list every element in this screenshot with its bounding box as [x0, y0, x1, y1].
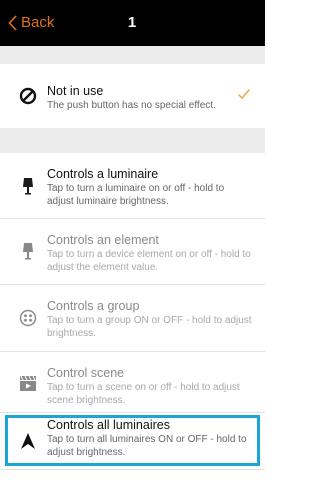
- section-separator: [0, 128, 265, 153]
- option-controls-element[interactable]: Controls an element Tap to turn a device…: [0, 219, 265, 284]
- option-description: The push button has no special effect.: [47, 100, 216, 111]
- option-description: Tap to turn a group ON or OFF - hold to …: [47, 315, 252, 339]
- option-label: Controls a group: [47, 299, 140, 313]
- option-description: Tap to turn a device element on or off -…: [47, 249, 251, 273]
- option-description: Tap to turn a luminaire on or off - hold…: [47, 183, 225, 207]
- checkmark-icon: [237, 87, 251, 106]
- option-not-in-use[interactable]: Not in use The push button has no specia…: [0, 64, 265, 128]
- section-separator: [0, 46, 265, 64]
- lamp-icon: [18, 176, 38, 196]
- option-controls-luminaire[interactable]: Controls a luminaire Tap to turn a lumin…: [0, 153, 265, 218]
- back-label: Back: [21, 14, 55, 31]
- option-control-scene[interactable]: Control scene Tap to turn a scene on or …: [0, 352, 265, 412]
- prohibited-icon: [18, 86, 38, 106]
- page-title: 1: [127, 14, 137, 31]
- option-controls-all-luminaires[interactable]: Controls all luminaires Tap to turn all …: [0, 413, 265, 469]
- option-controls-group[interactable]: Controls a group Tap to turn a group ON …: [0, 285, 265, 351]
- option-label: Controls an element: [47, 233, 159, 247]
- divider: [0, 469, 265, 470]
- back-button[interactable]: Back: [8, 13, 54, 33]
- option-label: Control scene: [47, 366, 125, 380]
- option-label: Controls all luminaires: [47, 418, 170, 432]
- group-icon: [18, 308, 38, 328]
- option-description: Tap to turn a scene on or off - hold to …: [47, 382, 240, 406]
- option-description: Tap to turn all luminaires ON or OFF - h…: [47, 434, 247, 458]
- chevron-left-icon: [8, 15, 17, 31]
- top-bar: Back 1: [0, 0, 265, 46]
- option-label: Not in use: [47, 84, 104, 98]
- all-luminaires-icon: [18, 431, 38, 451]
- option-label: Controls a luminaire: [47, 167, 159, 181]
- scene-icon: [18, 373, 38, 393]
- lamp-icon: [18, 241, 38, 261]
